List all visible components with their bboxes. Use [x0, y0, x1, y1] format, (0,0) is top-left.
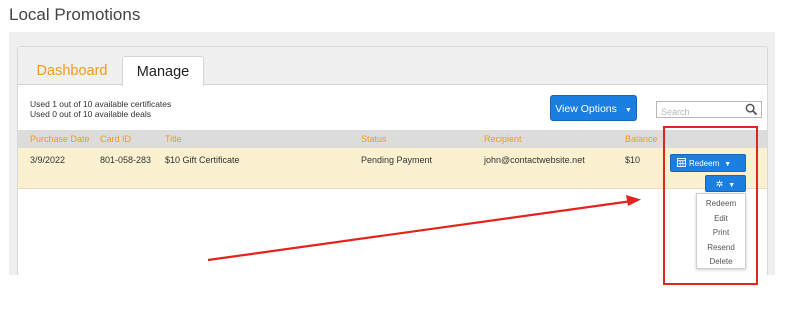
column-header-card-id[interactable]: Card ID — [100, 130, 131, 148]
column-header-purchase-date[interactable]: Purchase Date — [30, 130, 90, 148]
table-row: 3/9/2022 801-058-283 $10 Gift Certificat… — [18, 148, 767, 189]
tab-manage[interactable]: Manage — [122, 56, 204, 86]
tab-dashboard[interactable]: Dashboard — [28, 56, 116, 86]
cell-balance: $10 — [625, 155, 641, 165]
certificates-usage-text: Used 1 out of 10 available certificates — [30, 99, 172, 109]
view-options-button[interactable]: View Options ▼ — [550, 95, 637, 121]
cell-recipient: john@contactwebsite.net — [484, 155, 585, 165]
search-field[interactable] — [656, 101, 762, 120]
cell-card-id: 801-058-283 — [100, 155, 152, 165]
annotation-highlight-box — [663, 126, 758, 285]
column-header-recipient[interactable]: Recipient — [484, 130, 522, 148]
column-header-status[interactable]: Status — [361, 130, 387, 148]
content-card: Dashboard Manage Used 1 out of 10 availa… — [17, 46, 768, 275]
column-header-title[interactable]: Title — [165, 130, 182, 148]
chevron-down-icon: ▼ — [624, 107, 632, 114]
page-title: Local Promotions — [9, 5, 141, 24]
column-header-balance[interactable]: Balance — [625, 130, 658, 148]
cell-purchase-date: 3/9/2022 — [30, 155, 66, 165]
search-input[interactable] — [657, 104, 741, 120]
view-options-label: View Options — [555, 103, 617, 115]
search-icon[interactable] — [745, 103, 758, 116]
tab-bar: Dashboard Manage — [18, 47, 767, 86]
deals-usage-text: Used 0 out of 10 available deals — [30, 109, 151, 119]
usage-summary: Used 1 out of 10 available certificates … — [30, 99, 171, 119]
cell-status: Pending Payment — [361, 155, 433, 165]
cell-title: $10 Gift Certificate — [165, 155, 240, 165]
promotions-panel: Dashboard Manage Used 1 out of 10 availa… — [9, 32, 775, 275]
table-header: Purchase Date Card ID Title Status Recip… — [18, 130, 767, 148]
